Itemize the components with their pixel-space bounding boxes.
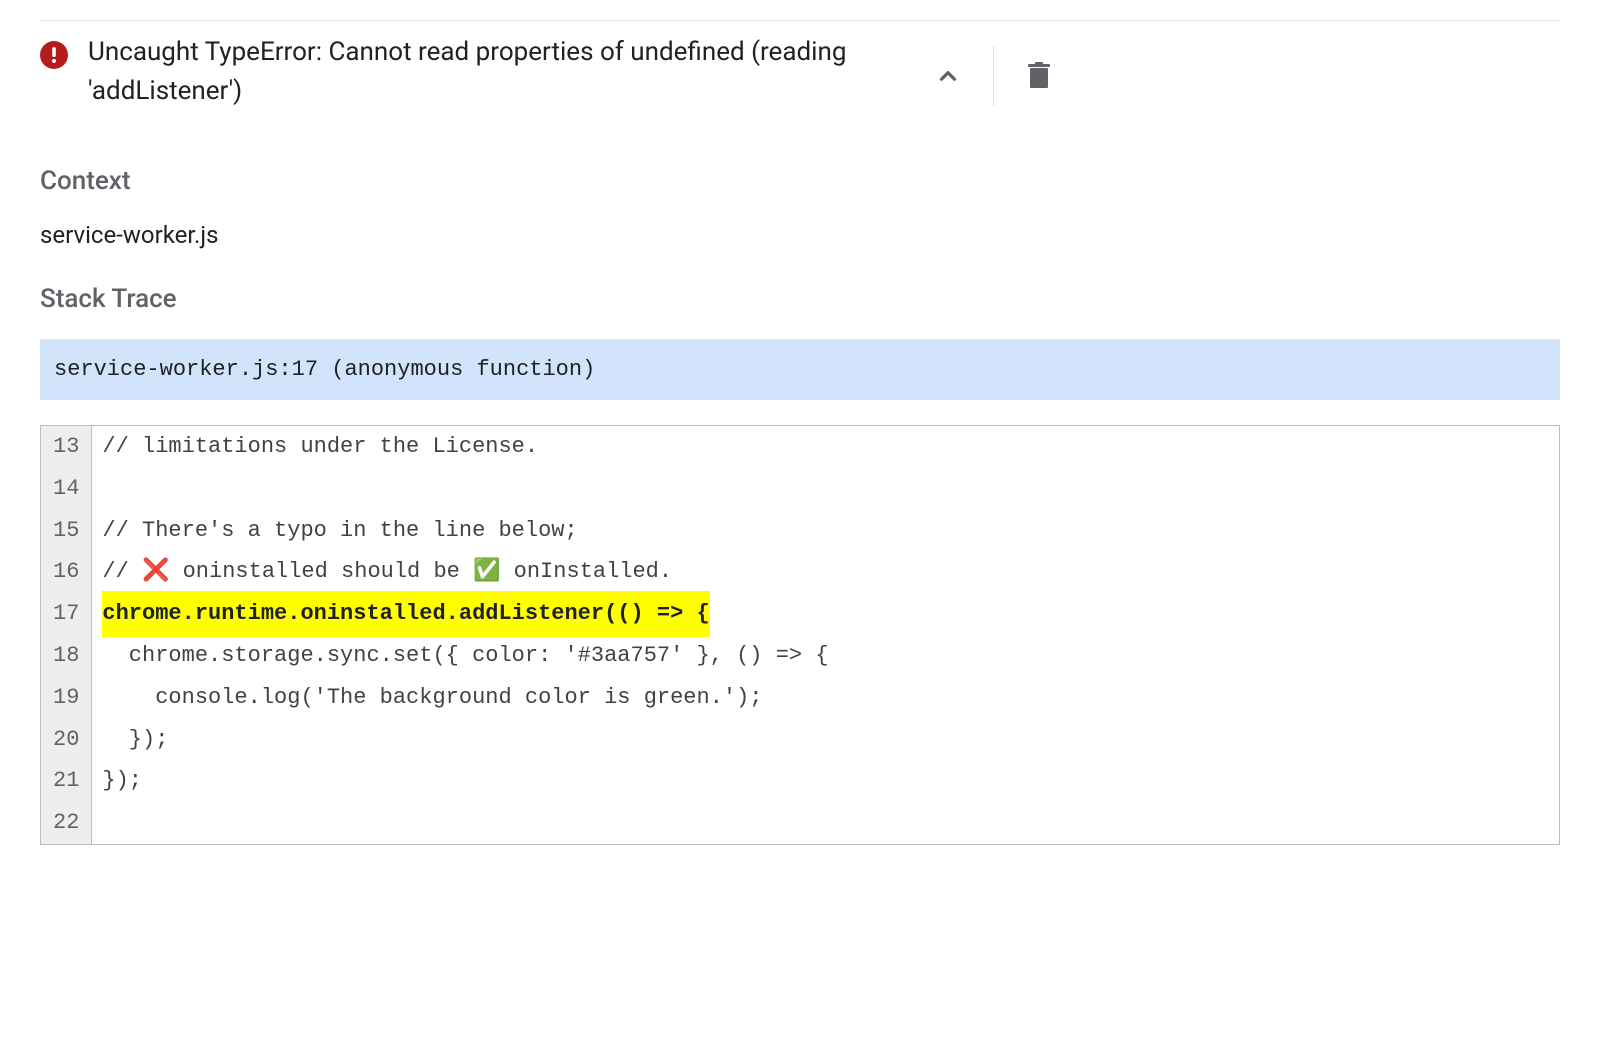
header-actions [928,31,1059,106]
code-line [92,802,1559,844]
code-line: // ❌ oninstalled should be ✅ onInstalled… [92,551,1559,593]
trash-icon [1027,62,1051,90]
error-header: Uncaught TypeError: Cannot read properti… [40,20,1560,131]
line-number-gutter: 13141516171819202122 [41,426,92,844]
collapse-button[interactable] [928,56,968,96]
line-number: 16 [41,551,91,593]
divider [993,46,994,106]
line-number: 21 [41,760,91,802]
error-title: Uncaught TypeError: Cannot read properti… [88,31,908,111]
line-number: 14 [41,468,91,510]
code-line: }); [92,760,1559,802]
chevron-up-icon [935,63,961,89]
line-number: 15 [41,510,91,552]
code-content: // limitations under the License. // Ther… [92,426,1559,844]
code-line: // There's a typo in the line below; [92,510,1559,552]
context-heading: Context [40,166,1560,196]
line-number: 20 [41,719,91,761]
line-number: 13 [41,426,91,468]
context-value: service-worker.js [40,221,1560,249]
line-number: 19 [41,677,91,719]
code-line: chrome.storage.sync.set({ color: '#3aa75… [92,635,1559,677]
code-line: chrome.runtime.oninstalled.addListener((… [92,593,1559,635]
delete-button[interactable] [1019,56,1059,96]
stack-trace-heading: Stack Trace [40,284,1560,314]
code-line: console.log('The background color is gre… [92,677,1559,719]
stack-frame[interactable]: service-worker.js:17 (anonymous function… [40,339,1560,400]
line-number: 22 [41,802,91,844]
code-line: }); [92,719,1559,761]
code-line: // limitations under the License. [92,426,1559,468]
code-viewer: 13141516171819202122 // limitations unde… [40,425,1560,845]
code-line [92,468,1559,510]
line-number: 18 [41,635,91,677]
line-number: 17 [41,593,91,635]
error-icon [40,41,68,69]
